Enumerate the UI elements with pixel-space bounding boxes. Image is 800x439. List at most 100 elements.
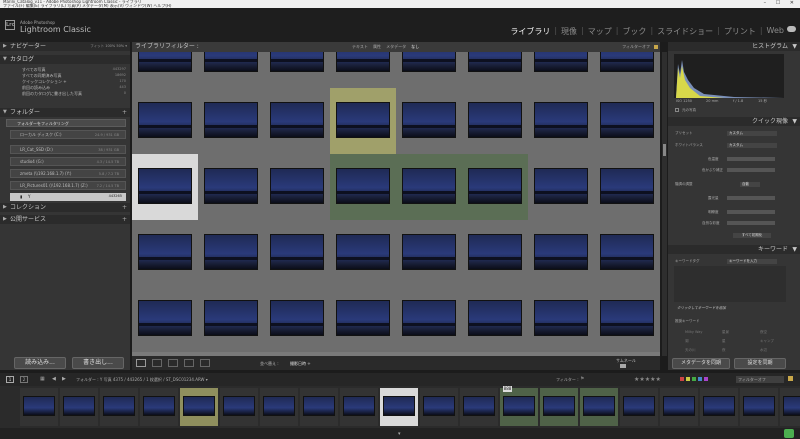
temp-buttons[interactable] [727, 157, 775, 161]
publish-services-header[interactable]: ▶ 公開サービス + [0, 215, 130, 224]
grid-icon[interactable]: ▦ [40, 373, 45, 386]
thumbnail-cell[interactable] [396, 154, 462, 220]
module-map[interactable]: マップ [584, 26, 616, 37]
grid-scrollbar[interactable] [662, 52, 667, 356]
thumbnail-cell[interactable] [528, 52, 594, 88]
yellow-label-chip[interactable] [686, 377, 690, 381]
survey-view-icon[interactable] [184, 359, 194, 367]
module-book[interactable]: ブック [618, 26, 650, 37]
sync-metadata-button[interactable]: メタデータを同期 [672, 358, 730, 369]
vibrance-buttons[interactable] [727, 221, 775, 225]
filmstrip-thumbnail[interactable] [300, 388, 338, 426]
thumbnail-cell[interactable] [198, 88, 264, 154]
preset-select[interactable]: カスタム [727, 131, 777, 136]
blue-label-chip[interactable] [698, 377, 702, 381]
filmstrip-thumbnail[interactable] [340, 388, 378, 426]
thumbnail-cell[interactable] [264, 220, 330, 286]
original-photo-checkbox[interactable] [675, 108, 679, 112]
histogram[interactable] [674, 54, 784, 98]
thumbnail-cell[interactable] [330, 52, 396, 88]
monitor-1-button[interactable]: 1 [6, 376, 14, 383]
filter-text[interactable]: テキスト [352, 44, 368, 49]
people-view-icon[interactable] [200, 359, 210, 367]
thumbnail-size-slider[interactable] [620, 364, 626, 368]
thumbnail-cell[interactable] [132, 154, 198, 220]
filter-lock-icon[interactable] [788, 376, 793, 381]
filmstrip-thumbnail[interactable] [540, 388, 578, 426]
green-label-chip[interactable] [692, 377, 696, 381]
keyword-suggestion[interactable]: 水辺 [760, 348, 767, 353]
thumbnail-cell[interactable] [330, 286, 396, 352]
thumbnail-cell[interactable] [462, 52, 528, 88]
filmstrip-thumbnail[interactable] [100, 388, 138, 426]
keyword-suggestion[interactable]: キャンプ [760, 339, 774, 344]
monitor-2-button[interactable]: 2 [20, 376, 28, 383]
keywords-header[interactable]: キーワード ▼ [668, 245, 800, 254]
white-balance-select[interactable]: カスタム [727, 143, 777, 148]
filmstrip-thumbnail[interactable] [220, 388, 258, 426]
thumbnail-cell[interactable] [594, 88, 660, 154]
keyword-suggestion[interactable]: Milky Way [685, 330, 703, 334]
auto-tone-button[interactable]: 自動 [740, 182, 760, 187]
collections-header[interactable]: ▶ コレクション + [0, 203, 130, 212]
grid-view-icon[interactable] [136, 359, 146, 367]
add-service-icon[interactable]: + [122, 215, 127, 224]
filmstrip-thumbnail[interactable] [780, 388, 800, 426]
collapse-filmstrip-icon[interactable]: ▾ [398, 431, 401, 437]
volume-row[interactable]: LR_Pictures01 (\\192.168.1.7) (Z:) 7.2 /… [10, 181, 126, 190]
thumbnail-cell[interactable] [264, 52, 330, 88]
thumbnail-cell[interactable] [462, 88, 528, 154]
back-arrow-icon[interactable]: ◀ [52, 373, 56, 386]
thumbnail-cell[interactable] [264, 88, 330, 154]
thumbnail-cell[interactable] [462, 220, 528, 286]
flag-icon[interactable]: ⚑ [580, 373, 584, 386]
rating-filter-icon[interactable]: ★★★★★ [634, 373, 661, 386]
cloud-icon[interactable] [787, 26, 796, 32]
thumbnail-cell[interactable] [330, 88, 396, 154]
exposure-buttons[interactable] [727, 196, 775, 200]
thumbnail-cell[interactable] [330, 154, 396, 220]
selected-folder-row[interactable]: ▮ Y 443265 [10, 193, 126, 201]
module-library[interactable]: ライブラリ [506, 26, 554, 37]
thumbnail-cell[interactable] [594, 154, 660, 220]
keyword-suggestion[interactable]: 夜空 [760, 330, 767, 335]
app-tray-icon[interactable] [784, 429, 794, 438]
thumbnail-cell[interactable] [132, 88, 198, 154]
module-print[interactable]: プリント [720, 26, 760, 37]
filmstrip-filter-select[interactable]: フィルターオフ [736, 376, 784, 383]
filter-preset[interactable]: フィルターオフ [622, 42, 650, 52]
thumbnail-cell[interactable] [198, 154, 264, 220]
volume-row[interactable]: LR_Cat_SSD (D:) 38 / 931 GB [10, 145, 126, 154]
sort-value[interactable]: 撮影日時 ÷ [290, 361, 311, 367]
volume-row[interactable]: ローカル ディスク (C:) 24.9 / 931 GB [10, 130, 126, 139]
thumbnail-cell[interactable] [528, 88, 594, 154]
quick-develop-header[interactable]: クイック現像 ▼ [668, 117, 800, 126]
thumbnail-cell[interactable] [396, 52, 462, 88]
filter-none[interactable]: なし [411, 44, 419, 49]
thumbnail-cell[interactable] [528, 154, 594, 220]
thumbnail-cell[interactable] [462, 154, 528, 220]
folder-filter-field[interactable]: フォルダーをフィルタリング [6, 119, 126, 127]
module-slideshow[interactable]: スライドショー [653, 26, 717, 37]
lock-icon[interactable] [654, 45, 658, 49]
navigator-zoom[interactable]: フィット 100% 50% ▾ [90, 42, 127, 51]
thumbnail-cell[interactable] [132, 220, 198, 286]
loupe-view-icon[interactable] [152, 359, 162, 367]
thumbnail-cell[interactable] [264, 286, 330, 352]
filmstrip-thumbnail[interactable] [420, 388, 458, 426]
thumbnail-cell[interactable] [132, 286, 198, 352]
thumbnail-cell[interactable] [330, 220, 396, 286]
filmstrip-thumbnail[interactable] [20, 388, 58, 426]
histogram-header[interactable]: ヒストグラム ▼ [668, 42, 800, 51]
add-keyword-hint[interactable]: クリックしてキーワードを追加 [677, 306, 726, 311]
filmstrip-thumbnail[interactable] [740, 388, 778, 426]
keyword-tags-select[interactable]: キーワードを入力 [727, 259, 777, 264]
add-folder-icon[interactable]: + [122, 108, 127, 117]
catalog-item[interactable]: 前回のカタログに書き出した写真 [22, 91, 82, 97]
reset-all-button[interactable]: すべて初期化 [733, 233, 771, 238]
filmstrip-thumbnail[interactable] [660, 388, 698, 426]
thumbnail-cell[interactable] [396, 220, 462, 286]
import-button[interactable]: 読み込み... [14, 357, 66, 369]
filmstrip-thumbnail[interactable] [460, 388, 498, 426]
thumbnail-cell[interactable] [528, 220, 594, 286]
